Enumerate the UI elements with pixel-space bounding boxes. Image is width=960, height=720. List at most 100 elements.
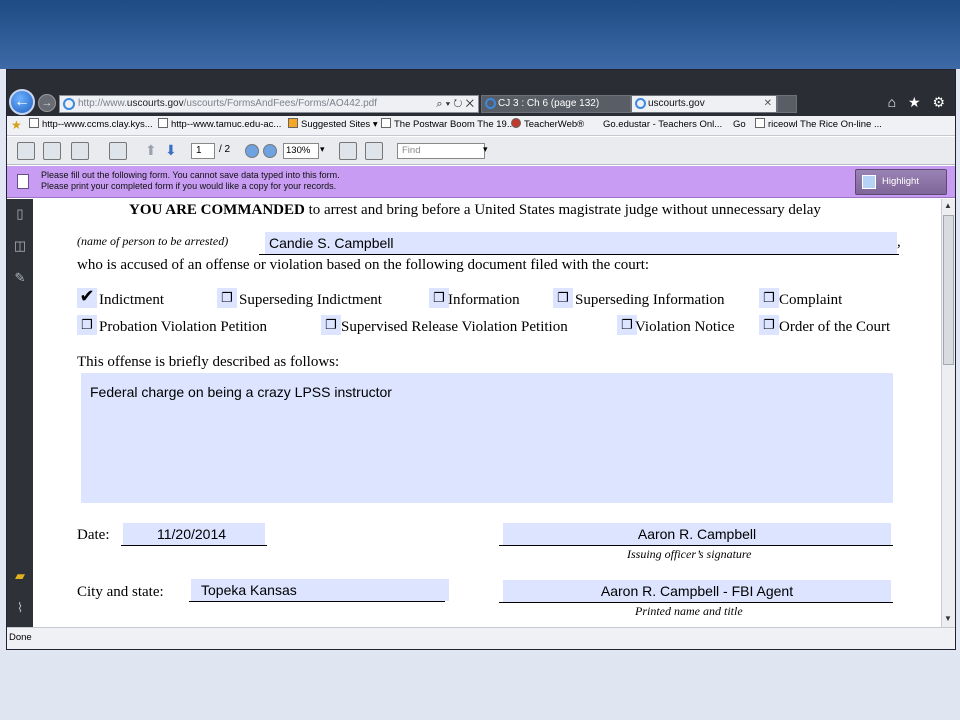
- pdf-document: YOU ARE COMMANDED to arrest and bring be…: [33, 199, 941, 627]
- browser-window: ← → http://www.uscourts.gov/uscourts/For…: [6, 69, 956, 650]
- command-heading: YOU ARE COMMANDED: [129, 202, 305, 218]
- apple-icon: [511, 118, 521, 128]
- signature-caption: Issuing officer’s signature: [627, 547, 752, 561]
- signatures-icon[interactable]: ✎: [13, 271, 27, 285]
- slide-header-band: [0, 0, 960, 69]
- comment-icon[interactable]: [109, 142, 127, 160]
- favorite-item[interactable]: http--www.tamuc.edu-ac...: [158, 116, 281, 134]
- address-path: /uscourts/FormsAndFees/Forms/AO442.pdf: [183, 98, 378, 109]
- print-icon[interactable]: [17, 142, 35, 160]
- address-prefix: http://www.: [78, 98, 127, 109]
- favorite-item[interactable]: riceowl The Rice On-line ...: [755, 116, 882, 134]
- arrestee-name-field[interactable]: Candie S. Campbell: [265, 232, 897, 254]
- printed-name-field[interactable]: Aaron R. Campbell - FBI Agent: [503, 580, 891, 602]
- forward-button[interactable]: →: [38, 94, 56, 112]
- address-controls-icons[interactable]: ⌕ ▾ ↻ ✕: [436, 96, 474, 112]
- date-field[interactable]: 11/20/2014: [123, 523, 265, 545]
- ie-page-icon: [63, 98, 75, 110]
- supervised-release-checkbox[interactable]: ❐: [321, 315, 341, 335]
- page-total: / 2: [219, 144, 231, 155]
- page-icon: [29, 118, 39, 128]
- checkbox-label: Indictment: [99, 292, 164, 308]
- favorite-item[interactable]: TeacherWeb®: [511, 116, 584, 134]
- zoom-out-icon[interactable]: [245, 144, 259, 158]
- share-icon[interactable]: [71, 142, 89, 160]
- page-number-input[interactable]: 1: [191, 143, 215, 159]
- address-domain: uscourts.gov: [126, 98, 184, 109]
- close-tab-icon[interactable]: ✕: [764, 96, 772, 112]
- save-icon[interactable]: [43, 142, 61, 160]
- city-state-field[interactable]: Topeka Kansas: [191, 579, 449, 601]
- indictment-checkbox[interactable]: ✔: [77, 288, 97, 308]
- superseding-information-checkbox[interactable]: ❐: [553, 288, 573, 308]
- find-dropdown-icon[interactable]: ▾: [483, 144, 488, 155]
- tab-uscourts[interactable]: uscourts.gov ✕: [631, 95, 777, 113]
- form-notice-bar: Please fill out the following form. You …: [7, 166, 955, 211]
- notice-line-1: Please fill out the following form. You …: [41, 170, 340, 180]
- printed-name-underline: [499, 602, 893, 603]
- scroll-down-icon[interactable]: ▼: [944, 614, 952, 623]
- order-of-court-checkbox[interactable]: ❐: [759, 315, 779, 335]
- checkbox-label: Order of the Court: [779, 319, 891, 335]
- scroll-up-icon[interactable]: ▲: [944, 201, 952, 210]
- home-favorites-tools-icons[interactable]: ⌂ ★ ⚙: [888, 94, 949, 111]
- page-icon: [158, 118, 168, 128]
- navigation-bar: ← → http://www.uscourts.gov/uscourts/For…: [7, 70, 955, 116]
- favorite-item[interactable]: The Postwar Boom The 19...: [381, 116, 515, 134]
- status-bar: Done: [7, 627, 955, 649]
- favorites-star-icon[interactable]: ★: [11, 116, 22, 134]
- favorite-item[interactable]: Go.edustar - Teachers Onl...: [603, 116, 722, 134]
- new-tab-button[interactable]: [777, 95, 797, 113]
- attachments-paperclip-icon[interactable]: ⌇: [13, 601, 27, 615]
- checkbox-label: Supervised Release Violation Petition: [341, 319, 568, 335]
- command-paragraph: YOU ARE COMMANDED to arrest and bring be…: [129, 202, 821, 219]
- zoom-dropdown-icon[interactable]: ▾: [320, 144, 325, 155]
- comments-icon[interactable]: ▰: [13, 569, 27, 583]
- checkbox-label: Superseding Indictment: [239, 292, 382, 308]
- complaint-checkbox[interactable]: ❐: [759, 288, 779, 308]
- ie-tab-icon: [485, 98, 496, 109]
- back-arrow-icon: ←: [14, 93, 30, 110]
- back-button[interactable]: ←: [9, 89, 35, 115]
- slide-footer-band: [0, 650, 960, 720]
- next-page-icon[interactable]: ⬇: [165, 142, 183, 160]
- information-checkbox[interactable]: ❐: [429, 288, 449, 308]
- favorites-bar: ★ http--www.ccms.clay.kys... http--www.t…: [7, 116, 955, 136]
- violation-notice-checkbox[interactable]: ❐: [617, 315, 637, 335]
- full-screen-icon[interactable]: [365, 142, 383, 160]
- checkbox-label: Superseding Information: [575, 292, 725, 308]
- favorite-item[interactable]: Suggested Sites ▾: [288, 116, 378, 134]
- checkbox-label: Violation Notice: [635, 319, 735, 335]
- favorite-item[interactable]: http--www.ccms.clay.kys...: [29, 116, 153, 134]
- offense-intro: This offense is briefly described as fol…: [77, 354, 340, 370]
- tab-label: CJ 3 : Ch 6 (page 132): [498, 98, 600, 109]
- pages-icon[interactable]: ▯: [13, 207, 27, 221]
- fit-page-icon[interactable]: [339, 142, 357, 160]
- probation-violation-checkbox[interactable]: ❐: [77, 315, 97, 335]
- printed-name-caption: Printed name and title: [635, 604, 743, 618]
- pdf-navigation-pane: ▯ ◫ ✎ ▰ ⌇: [7, 199, 33, 627]
- address-bar[interactable]: http://www.uscourts.gov/uscourts/FormsAn…: [59, 95, 479, 113]
- tab-cj3-chapter[interactable]: CJ 3 : Ch 6 (page 132): [481, 95, 631, 113]
- signature-underline: [499, 545, 893, 546]
- highlight-fields-icon: [862, 175, 876, 189]
- attachments-binoculars-icon[interactable]: ◫: [13, 239, 27, 253]
- zoom-in-icon[interactable]: [263, 144, 277, 158]
- officer-signature-field[interactable]: Aaron R. Campbell: [503, 523, 891, 545]
- date-underline: [121, 545, 267, 546]
- favorite-item[interactable]: Go: [733, 116, 746, 134]
- city-underline: [189, 601, 445, 602]
- superseding-indictment-checkbox[interactable]: ❐: [217, 288, 237, 308]
- previous-page-icon[interactable]: ⬆: [145, 142, 163, 160]
- checkbox-label: Probation Violation Petition: [99, 319, 267, 335]
- highlight-fields-button[interactable]: Highlight Fields: [855, 169, 947, 211]
- offense-description-field[interactable]: Federal charge on being a crazy LPSS ins…: [81, 373, 893, 503]
- find-input[interactable]: Find: [397, 143, 485, 159]
- zoom-select[interactable]: 130%: [283, 143, 319, 159]
- vertical-scrollbar[interactable]: ▲ ▼: [941, 199, 955, 627]
- date-label: Date:: [77, 527, 110, 543]
- scrollbar-thumb[interactable]: [943, 215, 954, 365]
- accused-line: who is accused of an offense or violatio…: [77, 257, 650, 273]
- forward-arrow-icon: →: [41, 97, 53, 109]
- document-icon: [17, 174, 29, 189]
